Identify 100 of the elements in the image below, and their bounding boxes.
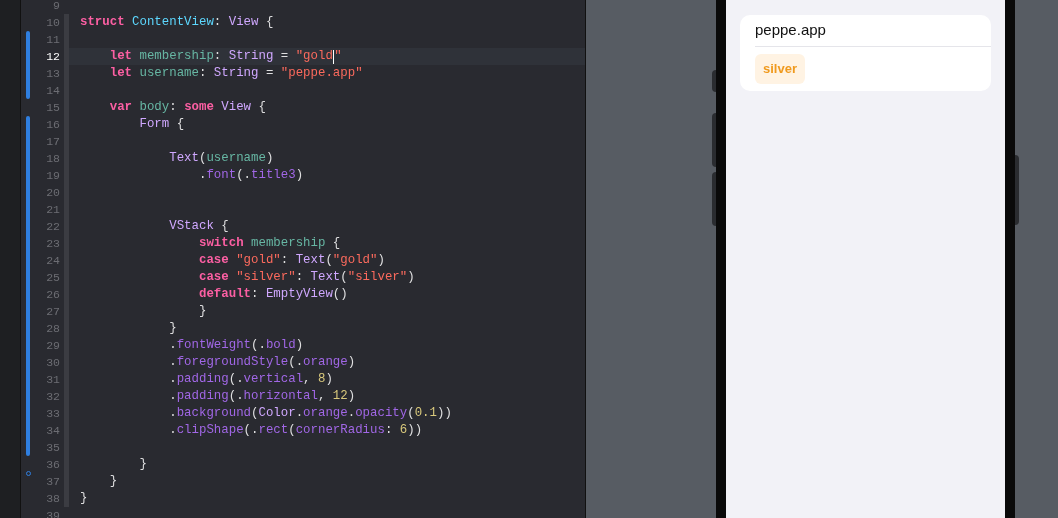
change-bar[interactable] [26,252,30,269]
code-token: String [213,65,259,83]
code-token: . [295,405,304,423]
code-token: : [213,14,223,32]
code-token: Form [138,116,170,134]
code-token: : [169,99,178,117]
line-number: 11 [46,31,60,48]
line-number: 13 [46,65,60,82]
code-token: let [108,48,133,66]
code-token: = [264,65,275,83]
line-number: 22 [46,218,60,235]
code-token: "gold" [235,252,281,270]
code-token: cornerRadius [295,422,385,440]
line-number: 23 [46,235,60,252]
code-token: "gold [295,48,333,66]
change-bar[interactable] [26,116,30,133]
code-token: padding [176,371,229,389]
code-token: } [197,303,207,321]
code-token: ) [377,252,385,270]
change-bar[interactable] [26,31,30,48]
line-number: 37 [46,473,60,490]
change-bar[interactable] [26,48,30,65]
code-token: . [168,371,177,389]
code-token: View [220,99,252,117]
change-bar[interactable] [26,320,30,337]
code-token: , [317,388,327,406]
code-token: : [295,269,305,287]
code-token: : [384,422,394,440]
line-number: 10 [46,14,60,31]
code-token: orange [303,354,348,372]
code-token: { [331,235,341,253]
change-bar[interactable] [26,150,30,167]
code-token: )) [407,422,423,440]
code-token: (. [251,337,266,355]
code-token: body [138,99,170,117]
code-token: switch [197,235,244,253]
code-token: { [175,116,185,134]
code-token: View [228,14,259,32]
code-token: : [251,286,260,304]
code-token: struct [80,14,125,32]
code-token: . [197,167,207,185]
line-number: 36 [46,456,60,473]
code-token: padding [176,388,229,406]
change-bar[interactable] [26,422,30,439]
code-token: case [197,269,229,287]
code-token: case [197,252,229,270]
change-bar[interactable] [26,235,30,252]
line-number: 20 [46,184,60,201]
username-text: peppe.app [755,20,827,41]
code-token: username [206,150,266,168]
code-token: ( [199,150,207,168]
line-number: 32 [46,388,60,405]
code-token: orange [303,405,348,423]
change-bar[interactable] [26,303,30,320]
code-token: background [176,405,252,423]
line-number: 24 [46,252,60,269]
line-number: 38 [46,490,60,507]
code-token: Text [168,150,199,168]
code-token: { [264,14,274,32]
change-bar[interactable] [26,167,30,184]
code-token: . [168,388,177,406]
code-token: } [108,473,118,491]
code-editor[interactable] [21,0,586,518]
code-token: } [168,320,177,338]
change-bar[interactable] [26,201,30,218]
code-token: . [347,405,356,423]
change-bar[interactable] [26,65,30,82]
code-token: clipShape [176,422,244,440]
code-token: Text [310,269,341,287]
code-token: ) [295,337,304,355]
change-bar[interactable] [26,286,30,303]
change-bar[interactable] [26,269,30,286]
code-token: , [303,371,312,389]
code-token: : [280,252,290,270]
change-bar[interactable] [26,388,30,405]
change-bar[interactable] [26,371,30,388]
code-token: some [184,99,214,117]
code-token: 0.1 [414,405,437,423]
change-bar[interactable] [26,405,30,422]
code-token: " [334,48,342,66]
change-bar[interactable] [26,354,30,371]
code-token: rect [258,422,289,440]
change-bar[interactable] [26,133,30,150]
code-token: var [108,99,133,117]
code-token: { [257,99,266,117]
code-token: membership [138,48,214,66]
change-bar[interactable] [26,184,30,201]
code-token: ( [407,405,415,423]
change-bar[interactable] [26,337,30,354]
line-number: 31 [46,371,60,388]
change-bar[interactable] [26,82,30,99]
change-bar[interactable] [26,218,30,235]
code-token: . [168,354,177,372]
line-number: 29 [46,337,60,354]
change-bar[interactable] [26,439,30,456]
line-number: 35 [46,439,60,456]
line-number: 26 [46,286,60,303]
code-token: bold [265,337,296,355]
code-token: font [206,167,237,185]
line-number: 15 [46,99,60,116]
